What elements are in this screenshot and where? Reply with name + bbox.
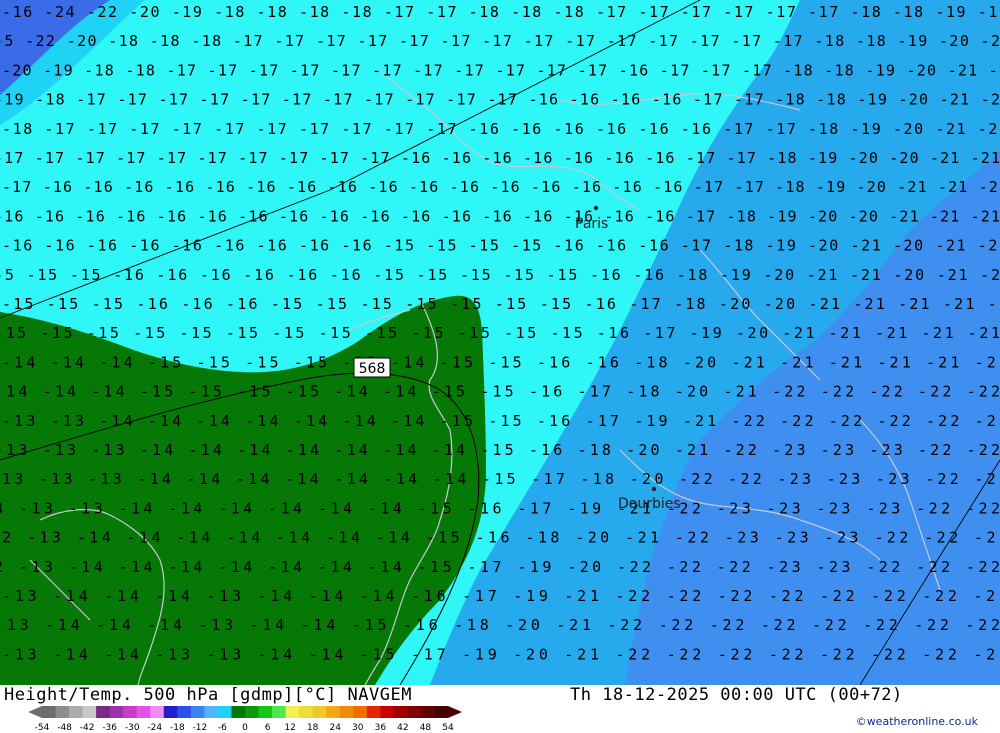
map-footer: Height/Temp. 500 hPa [gdmp][°C] NAVGEM T… — [0, 685, 1000, 733]
scale-swatch — [380, 706, 395, 718]
scale-arrow-right — [448, 706, 462, 718]
scale-tick-label: 6 — [265, 723, 271, 732]
scale-swatch — [312, 706, 327, 718]
scale-swatch — [96, 706, 111, 718]
scale-swatch — [407, 706, 422, 718]
scale-tick-label: -30 — [125, 723, 140, 732]
color-scale-legend: -54 -48 -42 -36 -30 -24 -18 -12 -6 0 6 12 18 24 30 36 42… — [28, 706, 462, 732]
scale-tick-label: 24 — [329, 723, 341, 732]
scale-swatch — [420, 706, 435, 718]
scale-tick-label: 12 — [284, 723, 295, 732]
scale-swatch — [204, 706, 219, 718]
scale-tick-label: -54 — [35, 723, 50, 732]
scale-swatch — [353, 706, 368, 718]
forecast-datetime: Th 18-12-2025 00:00 UTC (00+72) — [570, 685, 903, 705]
scale-swatch — [150, 706, 165, 718]
svg-text:Dourbies: Dourbies — [618, 496, 681, 512]
scale-swatch — [136, 706, 151, 718]
scale-tick-label: -42 — [80, 723, 95, 732]
temperature-row: -20 -19 -18 -18 -17 -17 -17 -17 -17 -17 … — [2, 61, 1000, 79]
scale-tick-label: 36 — [375, 723, 387, 732]
temperature-row: 13 -13 -13 -14 -14 -14 -14 -14 -14 -14 -… — [2, 470, 1000, 488]
scale-tick-label: 30 — [352, 723, 364, 732]
scale-tick-label: -6 — [218, 723, 227, 732]
scale-tick-label: 54 — [442, 723, 454, 732]
scale-tick-label: 42 — [397, 723, 408, 732]
scale-swatch — [258, 706, 273, 718]
temperature-row: -16 -16 -16 -16 -16 -16 -16 -16 -16 -15 … — [2, 237, 1000, 255]
temperature-row: -15 -15 -15 -16 -16 -16 -15 -15 -15 -15 … — [2, 295, 1000, 313]
temperature-row: -5 -15 -15 -16 -16 -16 -16 -16 -16 -15 -… — [0, 266, 1000, 284]
scale-tick-label: -48 — [57, 723, 72, 732]
scale-swatch — [285, 706, 300, 718]
scale-tick-label: -24 — [147, 723, 162, 732]
scale-tick-label: -18 — [170, 723, 185, 732]
scale-swatch — [82, 706, 97, 718]
map-title: Height/Temp. 500 hPa [gdmp][°C] NAVGEM — [4, 685, 412, 705]
scale-swatch — [326, 706, 341, 718]
scale-swatch — [272, 706, 286, 718]
weather-map: -16 -24 -22 -20 -19 -18 -18 -18 -18 -17 … — [0, 0, 1000, 685]
scale-swatch — [217, 706, 232, 718]
scale-swatch — [123, 706, 138, 718]
scale-swatch — [231, 706, 246, 718]
svg-text:568: 568 — [359, 361, 386, 377]
scale-tick-label: 0 — [242, 723, 248, 732]
temperature-row: -5 -22 -20 -18 -18 -18 -17 -17 -17 -17 -… — [0, 32, 1000, 50]
scale-swatch — [366, 706, 381, 718]
scale-swatch — [190, 706, 205, 718]
scale-tick-label: -36 — [102, 723, 117, 732]
scale-swatch — [42, 706, 56, 718]
scale-tick-label: -12 — [193, 723, 208, 732]
temperature-row: -18 -17 -17 -17 -17 -17 -17 -17 -17 -17 … — [2, 120, 1000, 138]
scale-arrow-left — [28, 706, 42, 718]
scale-swatch — [245, 706, 259, 718]
height-contour-label: 568 — [353, 357, 391, 378]
temperature-row: 2 -13 -14 -14 -14 -14 -14 -14 -14 -15 -1… — [0, 558, 1000, 576]
scale-swatch — [69, 706, 83, 718]
temperature-row: -16 -16 -16 -16 -16 -16 -16 -16 -16 -16 … — [0, 207, 1000, 225]
scale-swatch — [434, 706, 449, 718]
temperature-row: -16 -24 -22 -20 -19 -18 -18 -18 -18 -17 … — [2, 3, 1000, 21]
scale-swatch — [163, 706, 178, 718]
scale-tick-label: 18 — [307, 723, 319, 732]
temperature-row: -17 -17 -17 -17 -17 -17 -17 -17 -17 -17 … — [0, 149, 1000, 167]
temperature-row: -13 -14 -14 -14 -13 -14 -14 -15 -16 -18 … — [0, 616, 1000, 634]
scale-swatch — [339, 706, 354, 718]
scale-tick-label: 48 — [420, 723, 432, 732]
scale-swatch — [55, 706, 70, 718]
svg-text:Paris: Paris — [575, 216, 608, 232]
scale-swatch — [393, 706, 408, 718]
temperature-row: -19 -18 -17 -17 -17 -17 -17 -17 -17 -17 … — [0, 91, 1000, 109]
credit-link[interactable]: ©weatheronline.co.uk — [856, 715, 978, 728]
temperature-row: 3 -13 -13 -14 -14 -14 -14 -14 -14 -15 -1… — [0, 499, 1000, 517]
scale-swatch — [299, 706, 314, 718]
scale-swatch — [177, 706, 192, 718]
temperature-row: -17 -16 -16 -16 -16 -16 -16 -16 -16 -16 … — [2, 178, 1000, 196]
scale-swatch — [109, 706, 124, 718]
temperature-row: 2 -13 -14 -14 -14 -14 -14 -14 -14 -15 -1… — [2, 529, 1000, 547]
